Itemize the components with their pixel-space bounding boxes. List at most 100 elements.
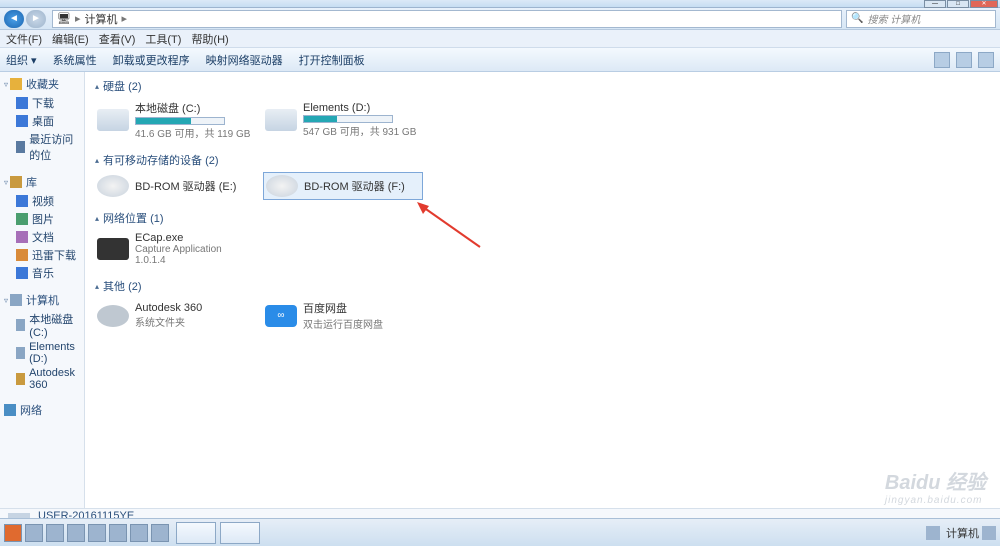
autodesk-icon: [97, 305, 129, 327]
toolbar-organize[interactable]: 组织 ▾: [6, 52, 37, 68]
minimize-button[interactable]: —: [924, 0, 946, 8]
breadcrumb-sep: ▸: [122, 12, 128, 25]
bdrom-f[interactable]: BD-ROM 驱动器 (F:): [263, 172, 423, 200]
star-icon: [10, 78, 22, 90]
forward-button[interactable]: ►: [26, 10, 46, 28]
back-button[interactable]: ◄: [4, 10, 24, 28]
ecap-sub2: 1.0.1.4: [135, 255, 222, 266]
sidebar-item-drive-d[interactable]: Elements (D:): [4, 340, 80, 366]
camera-icon: [97, 238, 129, 260]
baidu-icon: ∞: [265, 305, 297, 327]
sidebar-item-autodesk360[interactable]: Autodesk 360: [4, 366, 80, 392]
section-other[interactable]: ▴其他 (2): [95, 278, 990, 294]
view-icon[interactable]: [934, 52, 950, 68]
sidebar-computer[interactable]: ▿计算机: [4, 292, 80, 308]
sidebar-item-pictures[interactable]: 图片: [4, 210, 80, 228]
toolbar-uninstall[interactable]: 卸载或更改程序: [113, 52, 190, 68]
toolbar: 组织 ▾ 系统属性 卸载或更改程序 映射网络驱动器 打开控制面板: [0, 48, 1000, 72]
drive-d-usage-bar: [303, 115, 393, 123]
document-icon: [16, 231, 28, 243]
drive-icon: [16, 347, 25, 359]
drive-icon: [16, 319, 25, 331]
drive-d[interactable]: Elements (D:) 547 GB 可用，共 931 GB: [263, 98, 423, 142]
download-icon: [16, 97, 28, 109]
menu-help[interactable]: 帮助(H): [191, 31, 228, 47]
sidebar-item-documents[interactable]: 文档: [4, 228, 80, 246]
music-icon: [16, 267, 28, 279]
recent-icon: [16, 141, 25, 153]
taskbar-icon[interactable]: [151, 524, 169, 542]
network-icon: [4, 404, 16, 416]
section-hdd[interactable]: ▴硬盘 (2): [95, 78, 990, 94]
help-icon[interactable]: [978, 52, 994, 68]
search-placeholder: 搜索 计算机: [867, 11, 920, 26]
baidu-title: 百度网盘: [303, 300, 383, 316]
tray-chevron-icon[interactable]: [982, 526, 996, 540]
bdrom-e[interactable]: BD-ROM 驱动器 (E:): [95, 172, 255, 200]
search-input[interactable]: 🔍 搜索 计算机: [846, 10, 996, 28]
desktop-icon: [16, 115, 28, 127]
section-netloc[interactable]: ▴网络位置 (1): [95, 210, 990, 226]
taskbar-icon[interactable]: [46, 524, 64, 542]
maximize-button[interactable]: □: [947, 0, 969, 8]
system-tray: 计算机: [923, 525, 996, 541]
baidu-netdisk[interactable]: ∞ 百度网盘 双击运行百度网盘: [263, 298, 423, 333]
taskbar-app[interactable]: [176, 522, 216, 544]
sidebar-item-downloads[interactable]: 下载: [4, 94, 80, 112]
autodesk360[interactable]: Autodesk 360 系统文件夹: [95, 298, 255, 333]
nav-row: ◄ ► 🖥 ▸ 计算机 ▸ 🔍 搜索 计算机: [0, 8, 1000, 30]
drive-c-usage-bar: [135, 117, 225, 125]
toolbar-mapdrive[interactable]: 映射网络驱动器: [206, 52, 283, 68]
menu-file[interactable]: 文件(F): [6, 31, 42, 47]
section-removable[interactable]: ▴有可移动存储的设备 (2): [95, 152, 990, 168]
close-button[interactable]: ✕: [970, 0, 998, 8]
toolbar-controlpanel[interactable]: 打开控制面板: [299, 52, 365, 68]
sidebar-libraries[interactable]: ▿库: [4, 174, 80, 190]
search-icon: 🔍: [851, 13, 863, 24]
sidebar-network[interactable]: 网络: [4, 402, 80, 418]
window-titlebar: — □ ✕: [0, 0, 1000, 8]
taskbar-sogou-icon[interactable]: [4, 524, 22, 542]
menu-tools[interactable]: 工具(T): [145, 31, 181, 47]
tray-text: 计算机: [946, 525, 979, 541]
sidebar-item-drive-c[interactable]: 本地磁盘 (C:): [4, 310, 80, 340]
taskbar-icon[interactable]: [88, 524, 106, 542]
drive-c[interactable]: 本地磁盘 (C:) 41.6 GB 可用，共 119 GB: [95, 98, 255, 142]
bdrom-f-title: BD-ROM 驱动器 (F:): [304, 178, 405, 194]
computer-icon: [10, 294, 22, 306]
ecap-sub1: Capture Application: [135, 244, 222, 255]
main-content: ▴硬盘 (2) 本地磁盘 (C:) 41.6 GB 可用，共 119 GB El…: [85, 72, 1000, 508]
menu-view[interactable]: 查看(V): [99, 31, 136, 47]
taskbar-ime-icon[interactable]: [25, 524, 43, 542]
toolbar-sysprops[interactable]: 系统属性: [53, 52, 97, 68]
taskbar-icon[interactable]: [109, 524, 127, 542]
preview-pane-icon[interactable]: [956, 52, 972, 68]
sidebar-favorites[interactable]: ▿收藏夹: [4, 76, 80, 92]
breadcrumb-computer[interactable]: 计算机: [85, 11, 118, 27]
taskbar-icon[interactable]: [130, 524, 148, 542]
address-bar[interactable]: 🖥 ▸ 计算机 ▸: [52, 10, 842, 28]
sidebar: ▿收藏夹 下载 桌面 最近访问的位 ▿库 视频 图片 文档 迅雷下载 音乐 ▿计…: [0, 72, 85, 508]
taskbar-icon[interactable]: [67, 524, 85, 542]
autodesk-title: Autodesk 360: [135, 302, 202, 314]
thunder-icon: [16, 249, 28, 261]
drive-icon: [265, 109, 297, 131]
ecap-title: ECap.exe: [135, 232, 222, 244]
cd-icon: [266, 175, 298, 197]
taskbar-app[interactable]: [220, 522, 260, 544]
sidebar-item-music[interactable]: 音乐: [4, 264, 80, 282]
sidebar-item-videos[interactable]: 视频: [4, 192, 80, 210]
drive-icon: [97, 109, 129, 131]
menu-edit[interactable]: 编辑(E): [52, 31, 89, 47]
tray-flag-icon[interactable]: [926, 526, 940, 540]
sidebar-item-thunder-dl[interactable]: 迅雷下载: [4, 246, 80, 264]
sidebar-item-desktop[interactable]: 桌面: [4, 112, 80, 130]
breadcrumb-sep: ▸: [75, 12, 81, 25]
computer-icon: 🖥: [57, 12, 71, 25]
drive-c-title: 本地磁盘 (C:): [135, 100, 250, 116]
ecap-app[interactable]: ECap.exe Capture Application 1.0.1.4: [95, 230, 255, 268]
sidebar-item-recent[interactable]: 最近访问的位: [4, 130, 80, 164]
autodesk-icon: [16, 373, 25, 385]
bdrom-e-title: BD-ROM 驱动器 (E:): [135, 178, 236, 194]
picture-icon: [16, 213, 28, 225]
